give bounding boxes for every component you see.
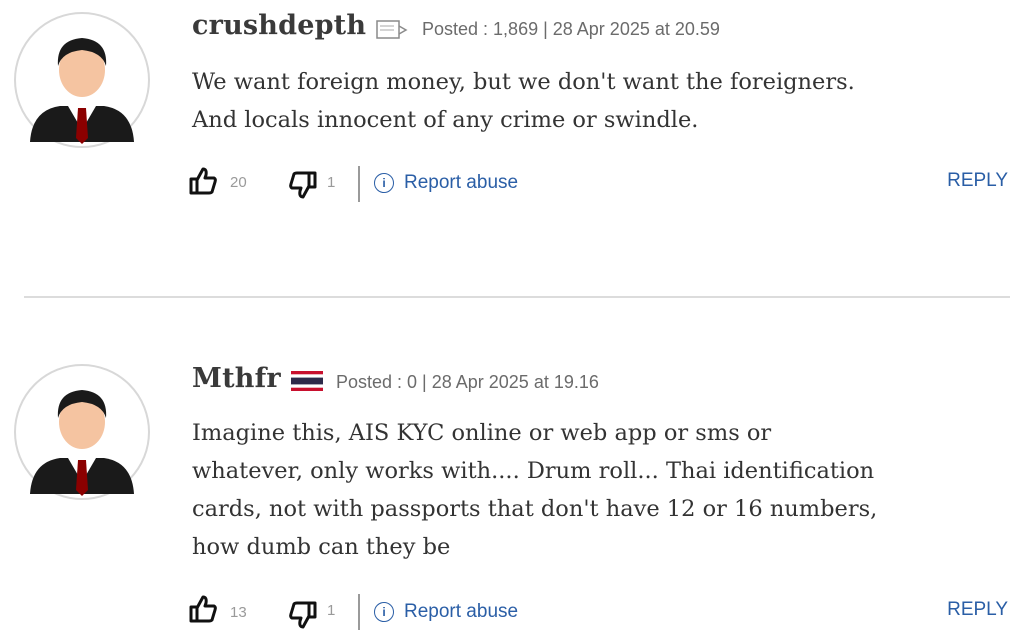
- avatar[interactable]: [12, 10, 152, 150]
- post-meta: Posted : 0 | 28 Apr 2025 at 19.16: [336, 372, 599, 392]
- flag-placeholder-icon: [376, 20, 408, 45]
- comment-body: Imagine this, AIS KYC online or web app …: [192, 414, 1012, 566]
- info-icon: i: [374, 602, 394, 622]
- like-count: 13: [230, 604, 247, 621]
- divider: [358, 166, 360, 202]
- comment-body: We want foreign money, but we don't want…: [192, 63, 1012, 139]
- thumbs-down-icon[interactable]: [288, 170, 318, 200]
- like-count: 20: [230, 174, 247, 191]
- reply-button[interactable]: REPLY: [947, 599, 1008, 621]
- comment-body-line: We want foreign money, but we don't want…: [192, 69, 855, 95]
- report-abuse-link[interactable]: i Report abuse: [374, 172, 518, 194]
- thumbs-up-icon[interactable]: [188, 166, 218, 196]
- report-abuse-label: Report abuse: [404, 172, 519, 193]
- comment-body-line: whatever, only works with.... Drum roll.…: [192, 458, 875, 484]
- info-icon: i: [374, 173, 394, 193]
- avatar[interactable]: [12, 362, 152, 502]
- thumbs-up-icon[interactable]: [188, 594, 218, 624]
- report-abuse-label: Report abuse: [404, 601, 519, 622]
- post-meta: Posted : 1,869 | 28 Apr 2025 at 20.59: [422, 19, 720, 39]
- username[interactable]: crushdepth: [192, 10, 366, 41]
- comment-body-line: cards, not with passports that don't hav…: [192, 496, 878, 522]
- thailand-flag-icon: [291, 371, 323, 396]
- comment-body-line: how dumb can they be: [192, 534, 451, 560]
- comment-item: crushdepth Posted : 1,869 | 28 Apr 2025 …: [0, 0, 1024, 296]
- report-abuse-link[interactable]: i Report abuse: [374, 601, 518, 623]
- username[interactable]: Mthfr: [192, 363, 281, 394]
- comment-body-line: Imagine this, AIS KYC online or web app …: [192, 420, 772, 446]
- comment-item: Mthfr Posted : 0 | 28 Apr 2025 at 19.16 …: [0, 300, 1024, 642]
- comment-body-line: And locals innocent of any crime or swin…: [192, 107, 699, 133]
- divider: [358, 594, 360, 630]
- reply-button[interactable]: REPLY: [947, 170, 1008, 192]
- dislike-count: 1: [327, 602, 336, 619]
- thumbs-down-icon[interactable]: [288, 600, 318, 630]
- dislike-count: 1: [327, 174, 336, 191]
- comment-divider: [24, 296, 1010, 298]
